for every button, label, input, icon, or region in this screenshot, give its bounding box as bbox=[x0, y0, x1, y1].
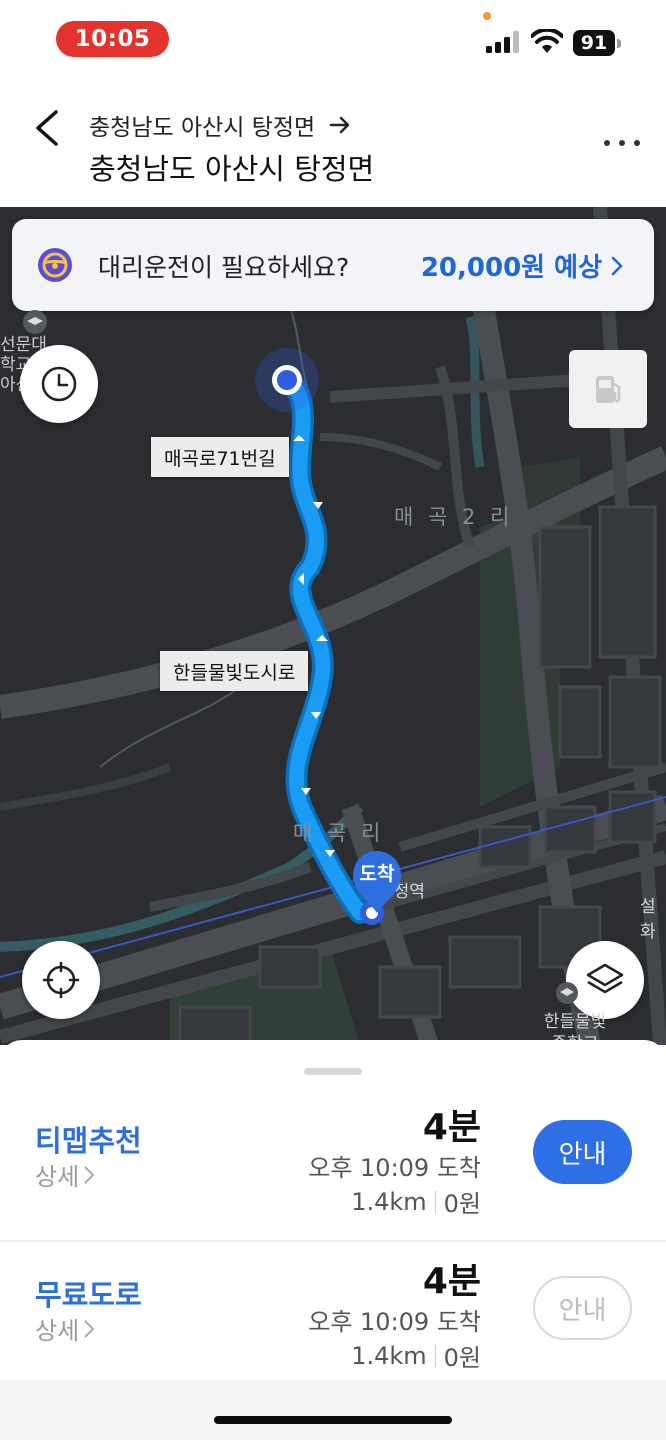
fuel-pump-icon bbox=[596, 376, 621, 403]
route-eta: 오후 10:09 도착 bbox=[308, 1154, 481, 1182]
place-label-maegokri: 매 곡 리 bbox=[293, 821, 385, 845]
steering-wheel-icon bbox=[38, 248, 72, 282]
sheet-drag-handle[interactable] bbox=[304, 1068, 362, 1075]
route-distance: 1.4km bbox=[351, 1187, 427, 1216]
place-label-maegok2ri: 매 곡 2 리 bbox=[394, 505, 514, 529]
origin-label: 충청남도 아산시 탕정면 bbox=[89, 115, 316, 141]
route-cost: 0원 bbox=[443, 1344, 481, 1372]
crosshair-icon bbox=[42, 961, 80, 999]
arrow-right-icon bbox=[330, 116, 350, 134]
route-name: 무료도로 bbox=[35, 1278, 142, 1312]
cellular-signal-icon bbox=[486, 31, 519, 53]
route-duration: 4분 bbox=[422, 1107, 481, 1148]
route-distance: 1.4km bbox=[351, 1341, 427, 1370]
home-indicator-area bbox=[0, 1380, 666, 1440]
layers-icon bbox=[586, 963, 624, 994]
chevron-right-icon bbox=[84, 1319, 95, 1338]
route-cost: 0원 bbox=[443, 1190, 481, 1218]
status-bar: 10:05 91 bbox=[0, 0, 666, 80]
back-button[interactable] bbox=[28, 106, 68, 150]
status-time: 10:05 bbox=[56, 21, 169, 57]
map-label-right-edge: 설화 bbox=[640, 897, 656, 942]
banner-estimate-link[interactable]: 20,000원 예상 bbox=[421, 247, 624, 284]
gas-station-button[interactable] bbox=[569, 350, 647, 428]
route-header: 충청남도 아산시 탕정면 충청남도 아산시 탕정면 bbox=[0, 80, 666, 207]
school-icon bbox=[556, 982, 578, 1004]
route-eta: 오후 10:09 도착 bbox=[308, 1308, 481, 1336]
chevron-right-icon bbox=[84, 1165, 95, 1184]
banner-message: 대리운전이 필요하세요? bbox=[98, 253, 350, 282]
more-options-button[interactable] bbox=[604, 140, 640, 150]
route-option-free-road[interactable]: 무료도로 상세 4분 오후 10:09 도착 1.4km 0원 안내 bbox=[0, 1240, 666, 1392]
road-label-maegok-71: 매곡로71번길 bbox=[151, 437, 289, 477]
arrival-marker-label: 도착 bbox=[359, 863, 395, 885]
wifi-icon bbox=[531, 29, 563, 53]
estimate-label: 20,000원 예상 bbox=[420, 253, 602, 283]
home-indicator[interactable] bbox=[214, 1416, 452, 1424]
start-guidance-button[interactable]: 안내 bbox=[533, 1120, 632, 1184]
route-duration: 4분 bbox=[422, 1261, 481, 1302]
route-origin[interactable]: 충청남도 아산시 탕정면 bbox=[89, 108, 351, 142]
current-location-button[interactable] bbox=[22, 941, 100, 1019]
route-option-recommended[interactable]: 티맵추천 상세 4분 오후 10:09 도착 1.4km 0원 안내 bbox=[0, 1088, 666, 1240]
route-meta: 1.4km 0원 bbox=[351, 1338, 481, 1373]
more-dots-icon bbox=[604, 140, 610, 146]
start-guidance-button[interactable]: 안내 bbox=[533, 1276, 632, 1340]
route-destination[interactable]: 충청남도 아산시 탕정면 bbox=[89, 146, 374, 188]
route-detail-link[interactable]: 상세 bbox=[35, 1157, 95, 1192]
proxy-driver-banner[interactable]: 대리운전이 필요하세요? 20,000원 예상 bbox=[12, 219, 654, 311]
route-meta: 1.4km 0원 bbox=[351, 1184, 481, 1219]
chevron-right-icon bbox=[611, 256, 623, 275]
school-icon bbox=[23, 310, 47, 334]
recording-indicator-icon bbox=[483, 12, 491, 20]
map-view[interactable]: 대리운전이 필요하세요? 20,000원 예상 선문대학교 아산캠 매곡로71번… bbox=[0, 207, 666, 1045]
battery-icon: 91 bbox=[573, 30, 621, 56]
map-layers-button[interactable] bbox=[566, 941, 644, 1019]
map-canvas[interactable] bbox=[0, 207, 666, 1045]
clock-icon bbox=[41, 366, 77, 402]
road-label-handeul: 한들물빛도시로 bbox=[160, 651, 309, 691]
history-button[interactable] bbox=[20, 345, 98, 423]
route-detail-link[interactable]: 상세 bbox=[35, 1311, 95, 1346]
battery-level: 91 bbox=[573, 30, 615, 56]
route-name: 티맵추천 bbox=[35, 1124, 142, 1158]
